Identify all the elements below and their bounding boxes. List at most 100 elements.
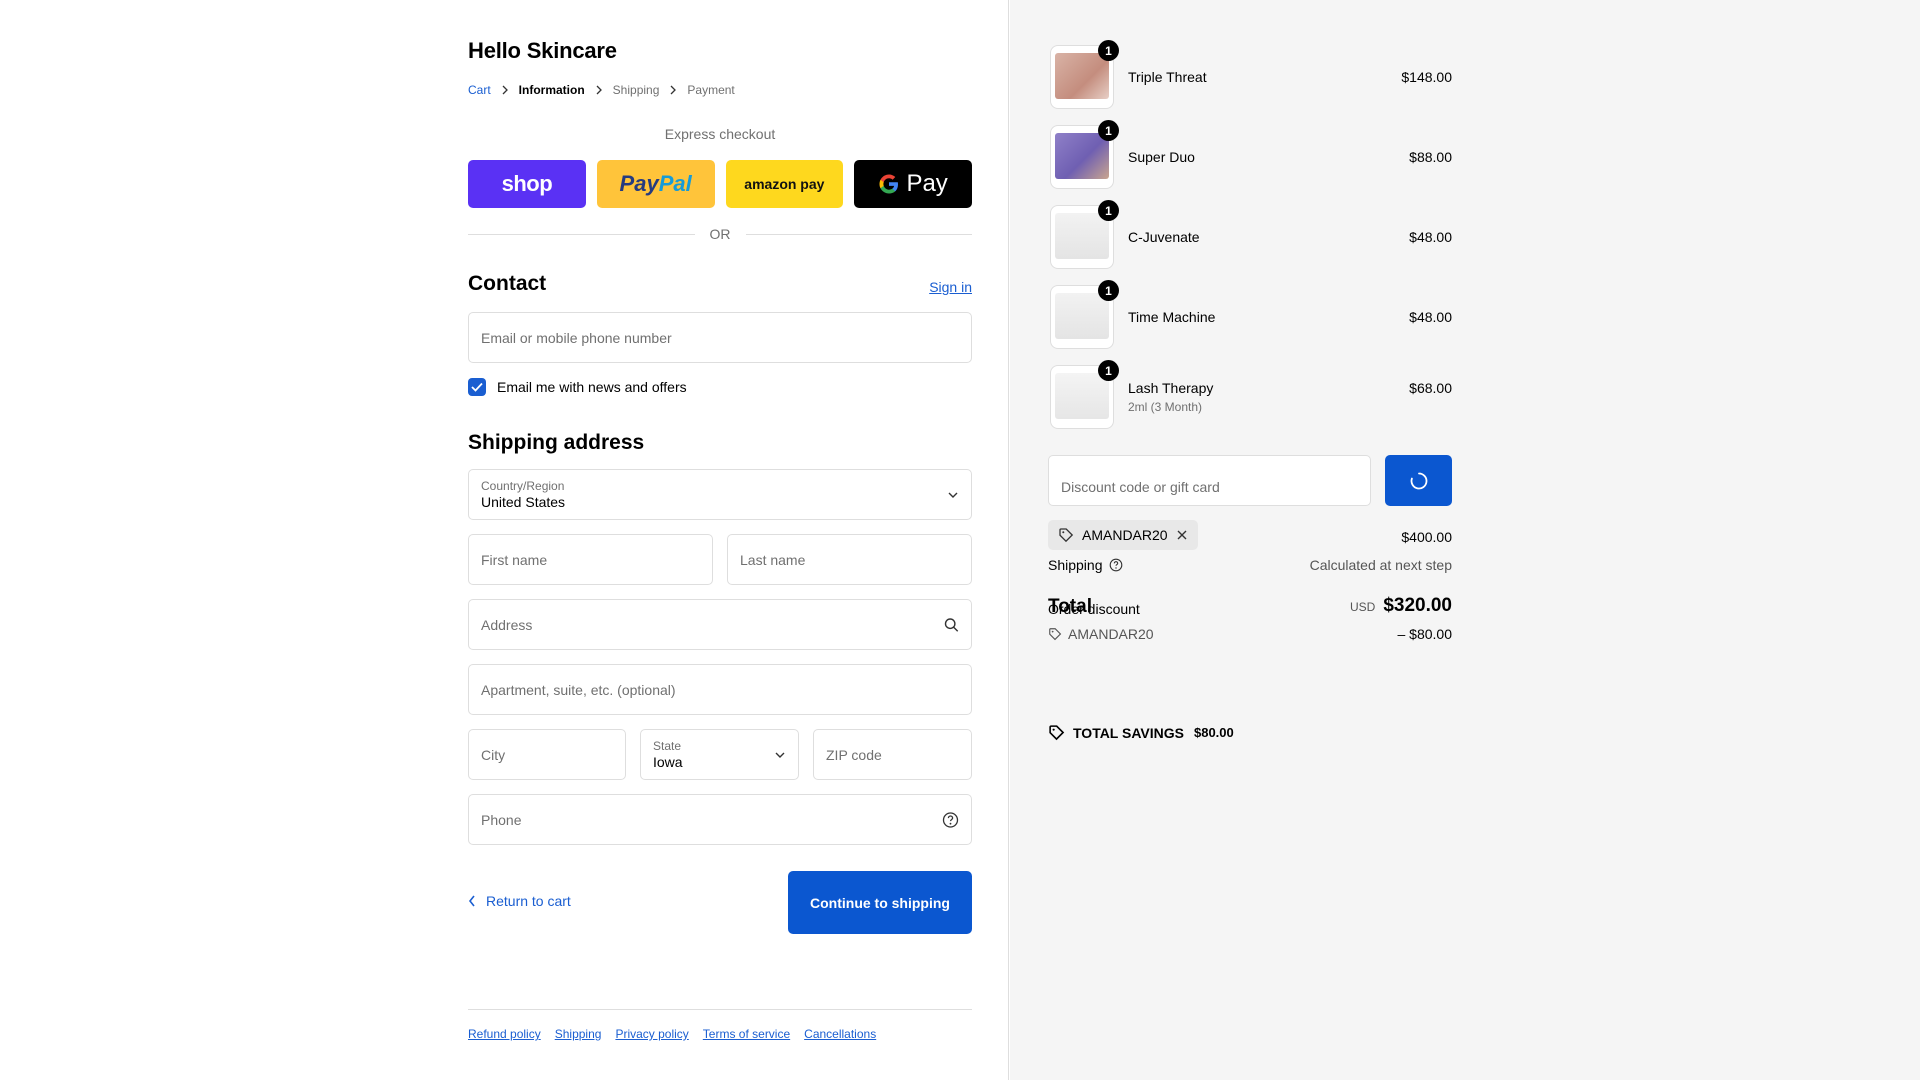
product-price: $48.00: [1409, 229, 1452, 245]
terms-of-service-link[interactable]: Terms of service: [703, 1027, 790, 1041]
discount-code-input[interactable]: Discount code or gift card: [1048, 455, 1371, 506]
product-thumbnail: 1: [1050, 360, 1119, 429]
paypal-logo-part1: Pay: [619, 171, 659, 196]
privacy-policy-link[interactable]: Privacy policy: [615, 1027, 688, 1041]
breadcrumb-shipping: Shipping: [612, 83, 660, 97]
chevron-right-icon: [595, 85, 603, 95]
product-name: Time Machine: [1128, 309, 1216, 325]
chevron-right-icon: [501, 85, 509, 95]
product-thumbnail: 1: [1050, 40, 1119, 109]
address-field[interactable]: Address: [468, 599, 972, 650]
total-savings-label: TOTAL SAVINGS: [1073, 724, 1184, 741]
continue-to-shipping-button[interactable]: Continue to shipping: [788, 871, 972, 934]
city-placeholder: City: [481, 746, 506, 763]
product-name: C-Juvenate: [1128, 229, 1200, 245]
breadcrumb-payment: Payment: [687, 83, 735, 97]
address-placeholder: Address: [481, 616, 533, 633]
return-to-cart-label: Return to cart: [486, 893, 571, 909]
google-pay-button[interactable]: Pay: [854, 160, 972, 208]
chevron-right-icon: [669, 85, 677, 95]
total-amount: USD $320.00: [1350, 595, 1452, 617]
phone-placeholder: Phone: [481, 811, 522, 828]
email-field[interactable]: Email or mobile phone number: [468, 312, 972, 363]
product-price: $148.00: [1401, 69, 1452, 85]
first-name-field[interactable]: First name: [468, 534, 713, 585]
applied-discount-tag: AMANDAR20: [1048, 520, 1198, 550]
paypal-logo-part2: Pal: [658, 171, 692, 196]
newsletter-label: Email me with news and offers: [497, 379, 687, 395]
product-thumbnail: 1: [1050, 200, 1119, 269]
country-value: United States: [481, 493, 566, 510]
city-field[interactable]: City: [468, 729, 626, 780]
loading-spinner-icon: [1410, 472, 1427, 489]
total-label: Total: [1048, 596, 1092, 617]
quantity-badge: 1: [1098, 280, 1119, 301]
product-name: Triple Threat: [1128, 69, 1207, 85]
phone-field[interactable]: Phone: [468, 794, 972, 845]
last-name-field[interactable]: Last name: [727, 534, 972, 585]
product-name: Lash Therapy: [1128, 380, 1214, 396]
subtotal-value: $400.00: [1401, 529, 1452, 545]
express-checkout-buttons: shop Pay Pal amazon pay Pay: [468, 160, 972, 208]
amazon-pay-logo: amazon pay: [744, 176, 825, 192]
shop-pay-logo: shop: [501, 171, 553, 196]
discount-placeholder: Discount code or gift card: [1061, 479, 1220, 495]
state-select[interactable]: State Iowa: [640, 729, 799, 780]
product-thumbnail: 1: [1050, 120, 1119, 189]
chevron-left-icon: [468, 895, 475, 907]
quantity-badge: 1: [1098, 40, 1119, 61]
remove-discount-icon[interactable]: [1176, 529, 1188, 541]
product-price: $48.00: [1409, 309, 1452, 325]
shipping-value: Calculated at next step: [1309, 557, 1452, 573]
paypal-button[interactable]: Pay Pal: [596, 160, 715, 208]
applied-code-label: AMANDAR20: [1082, 527, 1168, 543]
store-name: Hello Skincare: [468, 38, 617, 63]
apply-discount-button[interactable]: [1385, 455, 1452, 506]
shipping-policy-link[interactable]: Shipping: [555, 1027, 602, 1041]
total-value: $320.00: [1383, 595, 1452, 616]
sign-in-link[interactable]: Sign in: [929, 279, 972, 295]
newsletter-checkbox-row[interactable]: Email me with news and offers: [468, 378, 687, 396]
product-price: $88.00: [1409, 149, 1452, 165]
express-checkout-title: Express checkout: [664, 126, 776, 142]
discount-code-row: AMANDAR20: [1048, 626, 1154, 642]
return-to-cart-link[interactable]: Return to cart: [468, 893, 571, 909]
shipping-label: Shipping: [1048, 557, 1103, 573]
apartment-field[interactable]: Apartment, suite, etc. (optional): [468, 664, 972, 715]
zip-field[interactable]: ZIP code: [813, 729, 972, 780]
zip-placeholder: ZIP code: [826, 746, 882, 763]
cart-item: 1 C-Juvenate $48.00: [1048, 200, 1452, 269]
cart-item: 1 Super Duo $88.00: [1048, 120, 1452, 189]
breadcrumb-information: Information: [518, 83, 585, 97]
cart-item: 1 Lash Therapy 2ml (3 Month) $68.00: [1048, 360, 1452, 429]
apartment-placeholder: Apartment, suite, etc. (optional): [481, 681, 676, 698]
country-select[interactable]: Country/Region United States: [468, 469, 972, 520]
state-label: State: [653, 738, 682, 753]
search-icon: [944, 617, 959, 632]
cancellations-link[interactable]: Cancellations: [804, 1027, 876, 1041]
shipping-address-heading: Shipping address: [468, 431, 645, 454]
shipping-row-label: Shipping: [1048, 557, 1123, 573]
total-savings-value: $80.00: [1193, 725, 1234, 740]
footer-divider: [468, 1009, 972, 1010]
state-value: Iowa: [653, 753, 683, 770]
tag-icon: [1059, 528, 1074, 543]
quantity-badge: 1: [1098, 360, 1119, 381]
chevron-down-icon: [947, 491, 959, 499]
currency-code: USD: [1349, 600, 1376, 614]
newsletter-checkbox[interactable]: [468, 378, 486, 396]
breadcrumb: Cart Information Shipping Payment: [468, 83, 735, 97]
refund-policy-link[interactable]: Refund policy: [468, 1027, 541, 1041]
help-circle-icon[interactable]: [942, 811, 959, 828]
amazon-pay-button[interactable]: amazon pay: [725, 160, 844, 208]
tag-icon: [1049, 628, 1062, 641]
discount-value: – $80.00: [1397, 626, 1453, 642]
or-label: OR: [709, 226, 731, 242]
breadcrumb-cart[interactable]: Cart: [468, 83, 491, 97]
shop-pay-button[interactable]: shop: [468, 160, 586, 208]
tag-icon: [1049, 725, 1065, 741]
footer-links: Refund policy Shipping Privacy policy Te…: [468, 1027, 876, 1041]
contact-heading: Contact: [468, 272, 547, 295]
google-pay-label: Pay: [906, 170, 948, 197]
help-circle-icon[interactable]: [1109, 558, 1123, 572]
